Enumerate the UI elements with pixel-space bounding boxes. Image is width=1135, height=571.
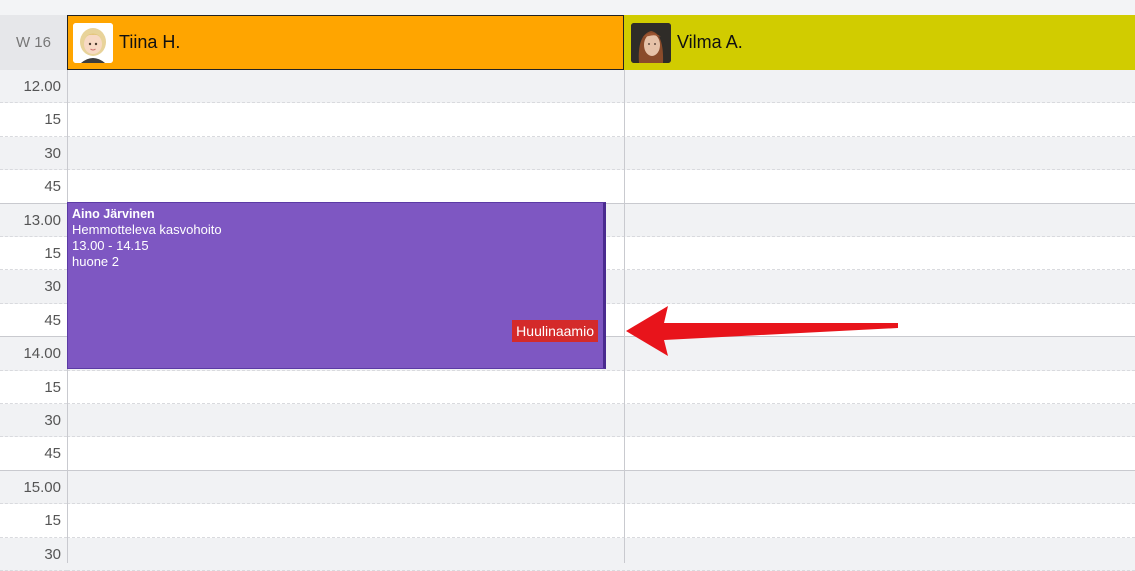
time-slot-row[interactable]: 30 <box>0 136 1135 171</box>
time-slot-row[interactable]: 30 <box>0 537 1135 571</box>
slot-cells[interactable] <box>67 371 1135 404</box>
photo-woman-avatar-icon <box>631 22 671 63</box>
slot-cells[interactable] <box>67 470 1135 505</box>
time-label: 45 <box>0 437 67 471</box>
time-label: 15.00 <box>0 470 67 505</box>
slot-cells[interactable] <box>67 437 1135 471</box>
time-label: 30 <box>0 404 67 438</box>
time-label: 15 <box>0 371 67 404</box>
appointment-room: huone 2 <box>72 254 119 269</box>
time-slot-row[interactable]: 45 <box>0 437 1135 471</box>
time-slot-row[interactable]: 15 <box>0 504 1135 538</box>
appointment-time: 13.00 - 14.15 <box>72 238 149 253</box>
avatar <box>631 22 671 63</box>
slot-cells[interactable] <box>67 404 1135 438</box>
time-label: 14.00 <box>0 337 67 371</box>
time-slot-row[interactable]: 30 <box>0 404 1135 438</box>
slot-cells[interactable] <box>67 136 1135 171</box>
time-label: 30 <box>0 270 67 304</box>
slot-cells[interactable] <box>67 170 1135 204</box>
slot-cells[interactable] <box>67 537 1135 571</box>
time-label: 45 <box>0 170 67 204</box>
time-slot-row[interactable]: 15 <box>0 103 1135 137</box>
time-slot-row[interactable]: 12.00 <box>0 70 1135 104</box>
time-slot-row[interactable]: 15.00 <box>0 470 1135 505</box>
staff-header-vilma[interactable]: Vilma A. <box>624 15 1135 70</box>
appointment-block[interactable]: Aino Järvinen Hemmotteleva kasvohoito 13… <box>67 202 606 369</box>
time-label: 13.00 <box>0 203 67 237</box>
slot-cells[interactable] <box>67 70 1135 104</box>
time-slot-row[interactable]: 15 <box>0 371 1135 404</box>
slot-cells[interactable] <box>67 504 1135 538</box>
time-label: 12.00 <box>0 70 67 104</box>
appointment-client: Aino Järvinen <box>72 207 155 221</box>
illustrated-woman-avatar-icon <box>73 22 113 63</box>
time-label: 45 <box>0 304 67 338</box>
time-slot-row[interactable]: 45 <box>0 170 1135 204</box>
time-label: 15 <box>0 103 67 137</box>
time-label: 30 <box>0 537 67 571</box>
staff-name: Tiina H. <box>119 32 181 52</box>
slot-cells[interactable] <box>67 103 1135 137</box>
staff-header-tiina[interactable]: Tiina H. <box>67 15 624 70</box>
avatar <box>73 22 113 63</box>
top-strip <box>0 0 1135 15</box>
time-label: 30 <box>0 136 67 171</box>
appointment-tag[interactable]: Huulinaamio <box>512 320 598 342</box>
time-label: 15 <box>0 237 67 271</box>
time-label: 15 <box>0 504 67 538</box>
appointment-service: Hemmotteleva kasvohoito <box>72 222 222 237</box>
week-label: W 16 <box>0 15 67 70</box>
staff-name: Vilma A. <box>677 32 743 52</box>
red-arrow-icon <box>626 306 898 356</box>
